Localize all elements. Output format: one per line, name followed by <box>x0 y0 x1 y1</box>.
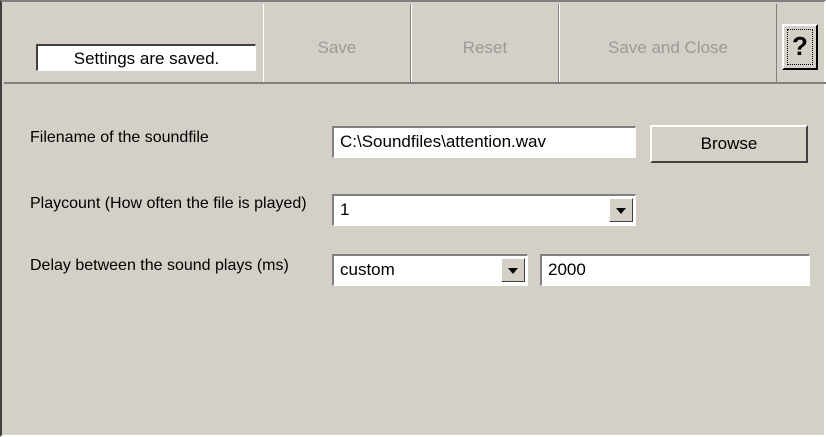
playcount-label: Playcount (How often the file is played) <box>30 195 307 212</box>
save-button[interactable]: Save <box>263 4 411 82</box>
playcount-select[interactable]: 1 <box>332 194 636 226</box>
chevron-down-icon <box>508 268 518 274</box>
delay-mode-select[interactable]: custom <box>332 254 528 286</box>
chevron-down-icon <box>616 208 626 214</box>
delay-mode-dropdown-button[interactable] <box>501 258 525 282</box>
toolbar: Settings are saved. Save Reset Save and … <box>4 4 826 84</box>
delay-label: Delay between the sound plays (ms) <box>30 257 289 274</box>
delay-mode-selected-value: custom <box>340 260 395 279</box>
reset-button[interactable]: Reset <box>411 4 559 82</box>
browse-button[interactable]: Browse <box>650 125 808 163</box>
filename-label: Filename of the soundfile <box>30 129 209 146</box>
save-and-close-button[interactable]: Save and Close <box>559 4 777 82</box>
help-button[interactable]: ? <box>782 24 818 70</box>
playcount-dropdown-button[interactable] <box>609 198 633 222</box>
delay-value-input[interactable]: 2000 <box>540 254 810 286</box>
playcount-selected-value: 1 <box>340 200 350 219</box>
status-field: Settings are saved. <box>36 44 256 71</box>
filename-input[interactable]: C:\Soundfiles\attention.wav <box>332 126 636 158</box>
